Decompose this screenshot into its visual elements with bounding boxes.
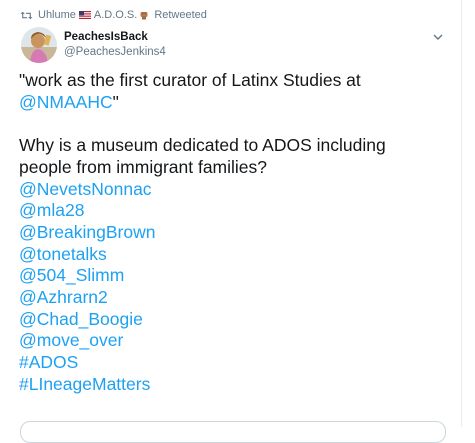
mention-link[interactable]: @504_Slimm (19, 265, 449, 287)
mention-link-nmaahc[interactable]: @NMAAHC (19, 92, 113, 112)
mention-link[interactable]: @move_over (19, 330, 449, 352)
chevron-down-icon[interactable] (432, 32, 444, 42)
quote-close: " (112, 91, 119, 112)
raised-fist-icon (140, 12, 148, 20)
avatar[interactable] (21, 27, 57, 63)
embedded-card-edge[interactable] (20, 421, 446, 443)
tweet-card[interactable]: Uhlume A.D.O.S. Retweeted PeachesIsBack … (0, 0, 462, 443)
author-block: PeachesIsBack @PeachesJenkins4 (64, 30, 166, 60)
quote-mention-line: @NMAAHC" (19, 92, 449, 114)
retweeter-ados: A.D.O.S. (93, 9, 138, 21)
retweet-context: Uhlume A.D.O.S. Retweeted (20, 7, 207, 23)
retweet-icon (20, 11, 33, 19)
author-handle[interactable]: @PeachesJenkins4 (64, 45, 166, 60)
avatar-image (21, 27, 57, 63)
us-flag-icon (78, 11, 91, 19)
mention-link[interactable]: @mla28 (19, 200, 449, 222)
mention-link[interactable]: @Azhrarn2 (19, 287, 449, 309)
quote-line: "work as the first curator of Latinx Stu… (19, 70, 361, 90)
retweeter-name[interactable]: Uhlume (38, 9, 76, 21)
author-display-name[interactable]: PeachesIsBack (64, 30, 166, 45)
question-line-2: people from immigrant families? (19, 156, 268, 177)
mention-link[interactable]: @Chad_Boogie (19, 309, 449, 331)
question-line-1: Why is a museum dedicated to ADOS includ… (19, 135, 386, 156)
tweet-text: "work as the first curator of Latinx Stu… (19, 70, 449, 396)
mention-link[interactable]: @NevetsNonnac (19, 179, 449, 201)
mention-link[interactable]: @tonetalks (19, 244, 449, 266)
hashtag-link[interactable]: #LIneageMatters (19, 374, 449, 396)
retweeted-label: Retweeted (154, 9, 207, 21)
mention-link[interactable]: @BreakingBrown (19, 222, 449, 244)
hashtag-link[interactable]: #ADOS (19, 352, 449, 374)
